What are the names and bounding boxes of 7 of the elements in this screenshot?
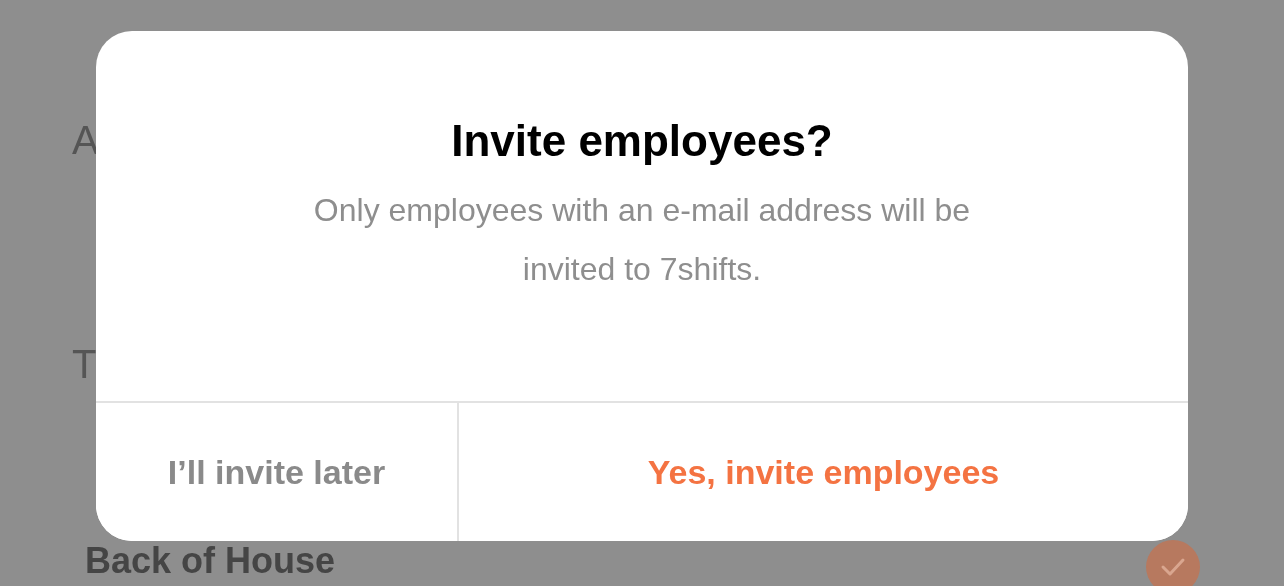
dialog-title: Invite employees? [451, 115, 833, 167]
confirm-button[interactable]: Yes, invite employees [457, 403, 1188, 541]
section-heading: T [72, 342, 97, 386]
section-heading: A [72, 118, 99, 162]
option-label: Back of House [85, 540, 336, 582]
check-icon[interactable] [1146, 540, 1200, 586]
dialog-message: Only employees with an e-mail address will be invited to 7shifts. [312, 191, 972, 289]
